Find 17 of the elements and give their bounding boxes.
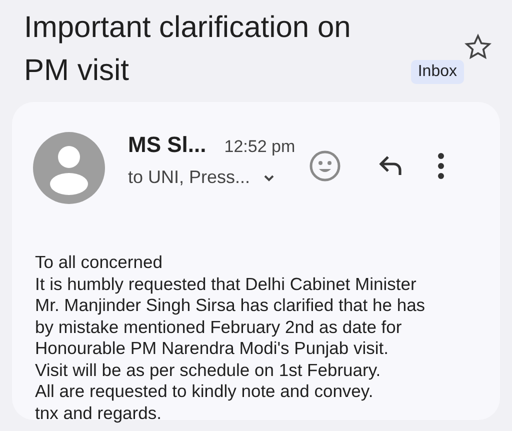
body-line: To all concerned — [35, 252, 162, 274]
star-icon[interactable] — [464, 33, 492, 61]
body-line: Mr. Manjinder Singh Sirsa has clarified that he has — [35, 295, 426, 316]
email-subject: Important clarification on PM visit — [24, 10, 352, 89]
body-line: tnx and regards. — [35, 402, 162, 424]
body-line: It is humbly requested that Delhi Cabinet Minister — [35, 274, 416, 295]
emoji-icon[interactable] — [309, 150, 342, 182]
recipients[interactable]: to UNI, Press... — [128, 164, 250, 191]
avatar-icon — [33, 132, 105, 204]
inbox-label[interactable]: Inbox — [410, 60, 464, 84]
sent-time: 12:52 pm — [224, 136, 296, 158]
body-line: by mistake mentioned February 2nd as date for — [35, 316, 402, 338]
sender-name[interactable]: MS Sl... — [128, 130, 206, 160]
more-options-icon[interactable] — [437, 152, 446, 180]
body-line: Honourable PM Narendra Modi's Punjab visit. — [35, 338, 389, 360]
body-line: Visit will be as per schedule on 1st February. — [35, 360, 381, 381]
body-line: All are requested to kindly note and convey. — [35, 381, 374, 402]
